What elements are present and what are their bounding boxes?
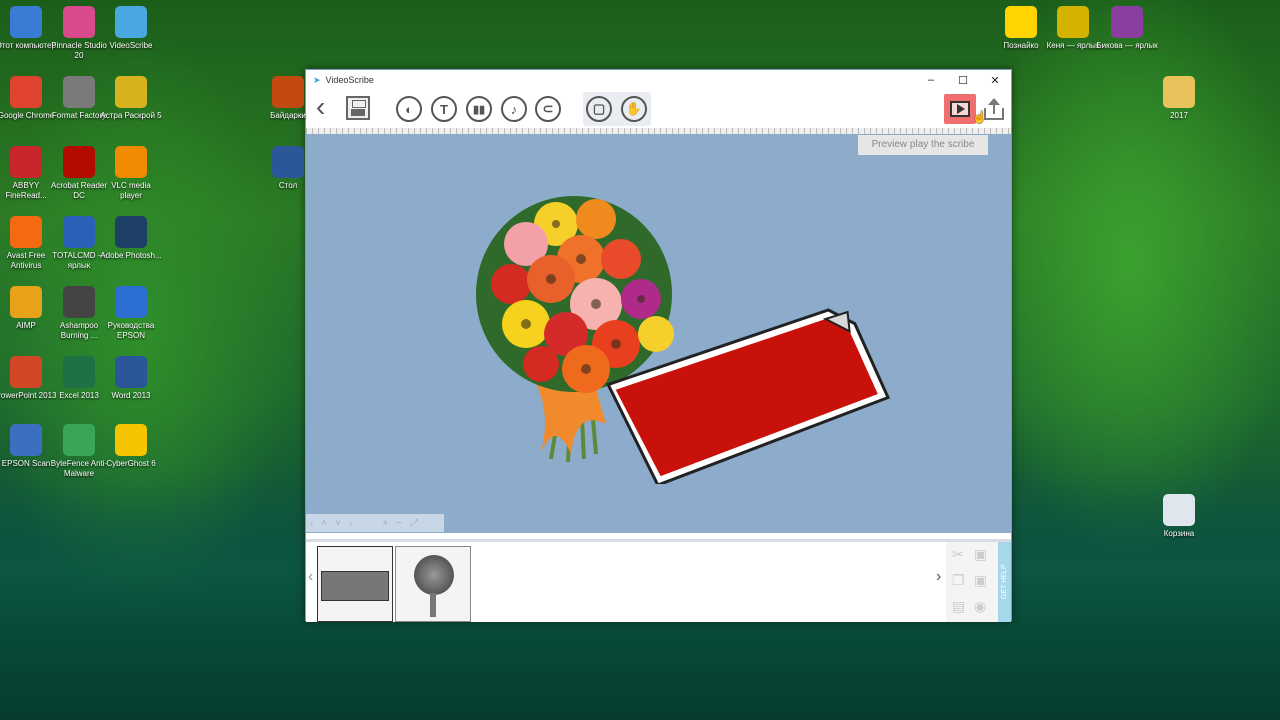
copy-icon[interactable]: ❐ xyxy=(952,572,965,589)
desktop-icon-label: Астра Раскрой 5 xyxy=(100,111,162,120)
preview-tooltip: Preview play the scribe xyxy=(858,135,988,155)
videoscribe-window: ➤ VideoScribe – ☐ ✕ ‹ ◐ T ▮▮ ♪ ⊂ ▢ ✋ ☝ P… xyxy=(305,69,1012,622)
desktop-icon-label: Корзина xyxy=(1163,529,1195,538)
add-text-icon[interactable]: T xyxy=(431,96,457,122)
add-voiceover-icon[interactable]: ⊂ xyxy=(535,96,561,122)
desktop-icon-label: Байдарки xyxy=(270,111,306,120)
zoom-fit-button[interactable]: ⤢ xyxy=(410,518,418,529)
folder-image-icon xyxy=(272,76,304,108)
background-icon[interactable]: ▢ xyxy=(586,96,612,122)
nav-up-button[interactable]: ˄ xyxy=(321,518,327,529)
cyberghost-icon xyxy=(115,424,147,456)
add-chart-icon[interactable]: ▮▮ xyxy=(466,96,492,122)
desktop-icon-label: Word 2013 xyxy=(111,391,151,400)
window-title: VideoScribe xyxy=(325,75,374,85)
keys-icon xyxy=(1057,6,1089,38)
abbyy-icon xyxy=(10,146,42,178)
desktop-icon[interactable]: Word 2013 xyxy=(100,356,162,401)
winrar-icon xyxy=(1111,6,1143,38)
powerpoint-icon xyxy=(10,356,42,388)
nav-down-button[interactable]: ˅ xyxy=(335,518,341,529)
recycle-bin-icon xyxy=(1163,494,1195,526)
totalcmd-icon xyxy=(63,216,95,248)
word-icon xyxy=(115,356,147,388)
desktop-icon[interactable]: Кеня — ярлык xyxy=(1042,6,1104,51)
scribe-canvas[interactable] xyxy=(306,134,1011,533)
desktop-icon-label: Стол xyxy=(278,181,298,190)
desktop-icon[interactable]: VLC media player xyxy=(100,146,162,201)
paste-icon[interactable]: ▤ xyxy=(952,598,965,615)
timeline-scroll-left[interactable]: ‹ xyxy=(308,568,313,586)
eye-icon[interactable]: ◉ xyxy=(974,598,986,615)
word-doc-icon xyxy=(272,146,304,178)
avast-icon xyxy=(10,216,42,248)
camera-add-icon[interactable]: ▣ xyxy=(974,546,987,563)
minimize-button[interactable]: – xyxy=(915,74,947,87)
desktop-icon-label: VideoScribe xyxy=(109,41,153,50)
epson-scan-icon xyxy=(10,424,42,456)
add-image-icon[interactable]: ◐ xyxy=(396,96,422,122)
close-button[interactable]: ✕ xyxy=(979,74,1011,87)
timeline-thumb-banner[interactable] xyxy=(317,546,393,622)
desktop-icon-label: Руководства EPSON xyxy=(107,321,155,340)
add-music-icon[interactable]: ♪ xyxy=(501,96,527,122)
canvas-nav-pad: ‹ ˄ ˅ › + − ⤢ xyxy=(306,514,444,532)
mouse-cursor-icon: ☝ xyxy=(972,110,987,124)
desktop-icon[interactable]: CyberGhost 6 xyxy=(100,424,162,469)
folder-icon xyxy=(1163,76,1195,108)
desktop-icon-label: CyberGhost 6 xyxy=(106,459,156,468)
bytefence-icon xyxy=(63,424,95,456)
star-icon xyxy=(1005,6,1037,38)
share-icon[interactable] xyxy=(984,98,1004,120)
desktop-icon[interactable]: Руководства EPSON xyxy=(100,286,162,341)
camera-remove-icon[interactable]: ▣ xyxy=(974,572,987,589)
get-help-tab[interactable]: GET HELP xyxy=(998,542,1011,622)
desktop-icon-label: 2017 xyxy=(1170,111,1188,120)
excel-icon xyxy=(63,356,95,388)
desktop-icon[interactable]: 2017 xyxy=(1148,76,1210,121)
desktop-icon-label: Бикова — ярлык xyxy=(1096,41,1158,50)
timeline-side-tools: ✂ ▣ ❐ ▣ ▤ ◉ xyxy=(946,542,998,622)
acrobat-icon xyxy=(63,146,95,178)
hand-icon[interactable]: ✋ xyxy=(621,96,647,122)
chrome-icon xyxy=(10,76,42,108)
red-banner-image[interactable] xyxy=(596,294,896,484)
desktop-icon[interactable]: Стол xyxy=(257,146,319,191)
desktop-icon[interactable]: Корзина xyxy=(1148,494,1210,539)
desktop-icon[interactable]: Бикова — ярлык xyxy=(1096,6,1158,51)
nav-right-button[interactable]: › xyxy=(349,518,352,529)
zoom-out-button[interactable]: − xyxy=(396,518,402,529)
videoscribe-icon xyxy=(115,6,147,38)
aimp-icon xyxy=(10,286,42,318)
scissors-icon[interactable]: ✂ xyxy=(952,546,964,563)
desktop-icon-label: VLC media player xyxy=(111,181,151,200)
astra-icon xyxy=(115,76,147,108)
nav-left-button[interactable]: ‹ xyxy=(310,518,313,529)
ashampoo-icon xyxy=(63,286,95,318)
timeline-panel: ‹ › ✂ ▣ ❐ ▣ ▤ ◉ GET HELP xyxy=(306,539,1011,622)
save-icon[interactable] xyxy=(346,96,370,120)
maximize-button[interactable]: ☐ xyxy=(947,74,979,87)
desktop-icon[interactable]: VideoScribe xyxy=(100,6,162,51)
epson-manual-icon xyxy=(115,286,147,318)
desktop-icon[interactable]: Астра Раскрой 5 xyxy=(100,76,162,121)
play-icon xyxy=(950,101,970,117)
format-factory-icon xyxy=(63,76,95,108)
pinnacle-icon xyxy=(63,6,95,38)
main-toolbar: ‹ ◐ T ▮▮ ♪ ⊂ ▢ ✋ ☝ xyxy=(306,90,1011,128)
desktop-icon[interactable]: Adobe Photosh... xyxy=(100,216,162,261)
timeline-scroll-right[interactable]: › xyxy=(936,568,941,586)
computer-icon xyxy=(10,6,42,38)
photoshop-icon xyxy=(115,216,147,248)
desktop-icon-label: Adobe Photosh... xyxy=(100,251,162,260)
timeline-thumb-bouquet[interactable] xyxy=(395,546,471,622)
zoom-in-button[interactable]: + xyxy=(382,518,388,529)
desktop-icon-label: Кеня — ярлык xyxy=(1046,41,1100,50)
desktop-icon[interactable]: Байдарки xyxy=(257,76,319,121)
window-titlebar: ➤ VideoScribe – ☐ ✕ xyxy=(306,70,1011,90)
vlc-icon xyxy=(115,146,147,178)
